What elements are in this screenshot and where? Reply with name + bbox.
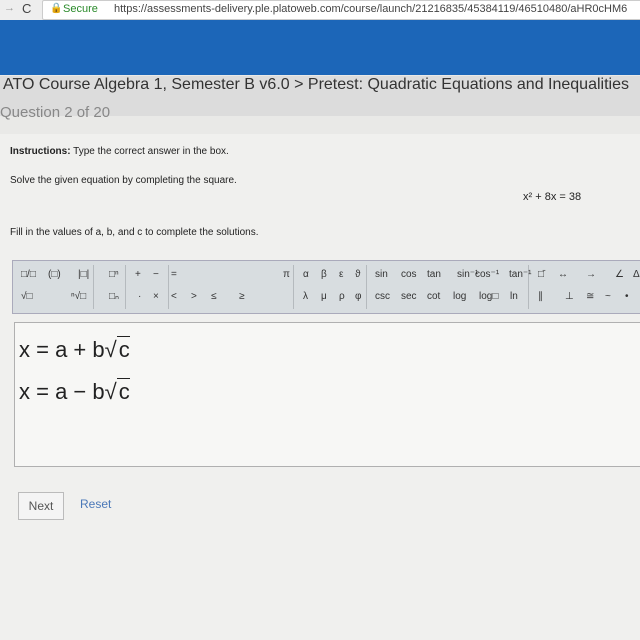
- toolbar-button[interactable]: □ₙ: [109, 291, 119, 302]
- toolbar-button[interactable]: ≥: [239, 291, 245, 302]
- secure-label: Secure: [63, 3, 98, 15]
- toolbar-button[interactable]: □ⁿ: [109, 269, 119, 280]
- toolbar-button[interactable]: ρ: [339, 291, 345, 302]
- toolbar-button[interactable]: √□: [21, 291, 33, 302]
- toolbar-button[interactable]: sec: [401, 291, 417, 302]
- toolbar-button[interactable]: •: [625, 291, 629, 302]
- question-counter: Question 2 of 20: [0, 104, 111, 121]
- browser-address-bar: → C 🔒 Secure https://assessments-deliver…: [0, 0, 640, 20]
- answer-1-expression: x = a + b: [19, 337, 105, 362]
- toolbar-button[interactable]: tan: [427, 269, 441, 280]
- toolbar-button[interactable]: ∥: [538, 291, 543, 302]
- lock-icon: 🔒: [50, 3, 63, 14]
- toolbar-button[interactable]: ⊥: [565, 291, 574, 302]
- toolbar-button[interactable]: Δ: [633, 269, 640, 280]
- instructions: Instructions: Type the correct answer in…: [10, 146, 229, 157]
- url-text[interactable]: https://assessments-delivery.ple.platowe…: [114, 3, 627, 15]
- toolbar-button[interactable]: log□: [479, 291, 498, 302]
- toolbar-button[interactable]: csc: [375, 291, 390, 302]
- toolbar-button[interactable]: ≅: [586, 291, 594, 302]
- toolbar-button[interactable]: β: [321, 269, 327, 280]
- toolbar-button[interactable]: cos⁻¹: [475, 269, 499, 280]
- toolbar-button[interactable]: ×: [153, 291, 159, 302]
- header-band: [0, 20, 640, 75]
- toolbar-button[interactable]: cot: [427, 291, 440, 302]
- toolbar-button[interactable]: φ: [355, 291, 361, 302]
- toolbar-button[interactable]: □̄: [538, 269, 544, 280]
- toolbar-button[interactable]: log: [453, 291, 466, 302]
- reload-icon[interactable]: C: [22, 1, 31, 16]
- toolbar-button[interactable]: π: [283, 269, 290, 280]
- instructions-label: Instructions:: [10, 146, 71, 157]
- toolbar-button[interactable]: +: [135, 269, 141, 280]
- toolbar-button[interactable]: ϑ: [355, 269, 360, 280]
- answer-line-2[interactable]: x = a − b√c: [19, 378, 130, 405]
- toolbar-button[interactable]: cos: [401, 269, 417, 280]
- toolbar-button[interactable]: ·: [138, 291, 141, 302]
- answer-2-radicand[interactable]: c: [116, 378, 130, 404]
- toolbar-button[interactable]: ↔: [558, 269, 568, 280]
- toolbar-button[interactable]: =: [171, 269, 177, 280]
- toolbar-button[interactable]: <: [171, 291, 177, 302]
- toolbar-button[interactable]: (□): [48, 269, 61, 280]
- toolbar-button[interactable]: →: [586, 269, 596, 280]
- toolbar-button[interactable]: sin: [375, 269, 388, 280]
- toolbar-button[interactable]: ln: [510, 291, 518, 302]
- toolbar-button[interactable]: tan⁻¹: [509, 269, 532, 280]
- equation: x² + 8x = 38: [523, 191, 582, 203]
- toolbar-button[interactable]: μ: [321, 291, 327, 302]
- toolbar-button[interactable]: λ: [303, 291, 308, 302]
- answer-1-radicand[interactable]: c: [116, 336, 130, 362]
- instructions-text: Type the correct answer in the box.: [70, 146, 229, 157]
- answer-editor[interactable]: x = a + b√c x = a − b√c: [14, 322, 640, 467]
- toolbar-button[interactable]: ∠: [615, 269, 624, 280]
- reset-button[interactable]: Reset: [80, 497, 111, 511]
- toolbar-button[interactable]: ~: [605, 291, 611, 302]
- next-button[interactable]: Next: [18, 492, 64, 520]
- toolbar-button[interactable]: ε: [339, 269, 343, 280]
- answer-line-1[interactable]: x = a + b√c: [19, 336, 130, 363]
- toolbar-button[interactable]: |□|: [78, 269, 89, 280]
- prompt: Solve the given equation by completing t…: [10, 175, 237, 186]
- toolbar-button[interactable]: −: [153, 269, 159, 280]
- toolbar-button[interactable]: □/□: [21, 269, 36, 280]
- fill-prompt: Fill in the values of a, b, and c to com…: [10, 227, 259, 238]
- toolbar-button[interactable]: ⁿ√□: [71, 291, 86, 302]
- math-toolbar: □/□ (□) |□| □ⁿ + − = π α β ε ϑ sin cos tan sin⁻¹ cos⁻¹ ta…: [12, 260, 640, 314]
- breadcrumb-text: ATO Course Algebra 1, Semester B v6.0 > …: [3, 76, 629, 93]
- toolbar-button[interactable]: >: [191, 291, 197, 302]
- forward-icon[interactable]: →: [4, 2, 15, 14]
- toolbar-button[interactable]: α: [303, 269, 309, 280]
- toolbar-button[interactable]: ≤: [211, 291, 217, 302]
- answer-2-expression: x = a − b: [19, 379, 105, 404]
